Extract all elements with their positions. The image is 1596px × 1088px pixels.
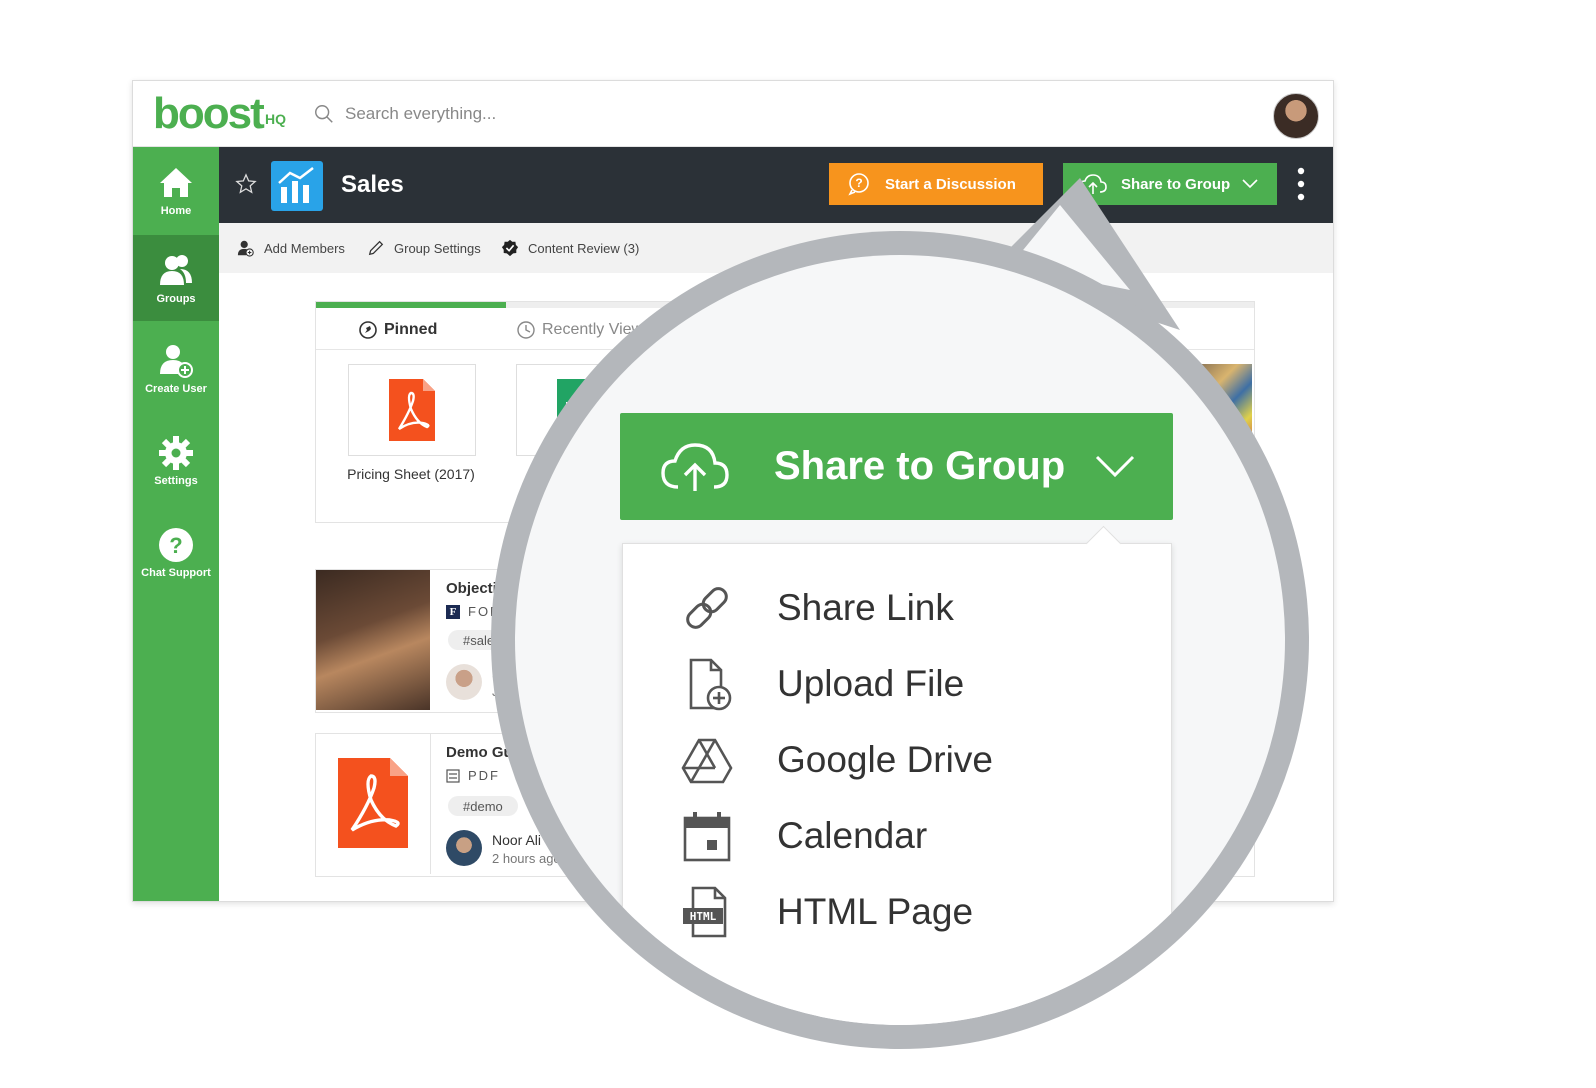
svg-text:?: ? — [169, 533, 182, 558]
sidebar-item-label: Groups — [156, 293, 196, 305]
add-members-icon — [237, 240, 254, 257]
add-members-label: Add Members — [264, 240, 345, 256]
feed-source-label: PDF — [468, 768, 500, 783]
feed-title[interactable]: Objection — [446, 580, 515, 597]
svg-text:?: ? — [855, 176, 862, 190]
menu-item-calendar[interactable]: Calendar — [679, 806, 927, 866]
feed-source: F FORBE — [446, 604, 523, 619]
menu-item-html-page[interactable]: HTML HTML Page — [679, 882, 973, 942]
feed-title[interactable]: Demo Guide — [446, 744, 534, 761]
start-discussion-label: Start a Discussion — [885, 175, 1016, 193]
groups-icon — [160, 255, 192, 285]
top-bar: boost HQ Search everything... — [133, 81, 1333, 147]
menu-item-share-link[interactable]: Share Link — [679, 578, 954, 638]
calendar-icon — [683, 812, 731, 862]
tab-pinned-label: Pinned — [384, 321, 438, 338]
discussion-icon: ? — [848, 173, 869, 196]
share-to-group-zoomed-button[interactable]: Share to Group — [620, 413, 1173, 520]
sidebar-item-create-user[interactable]: Create User — [133, 325, 219, 411]
user-avatar[interactable] — [1273, 93, 1319, 139]
pencil-icon — [368, 240, 384, 256]
author-avatar — [446, 830, 482, 866]
sidebar: Home Groups Create User Settings ? Chat … — [133, 147, 219, 901]
menu-item-label: Upload File — [777, 663, 965, 704]
pinned-item-caption[interactable]: Pricing Sheet (2017) — [316, 466, 506, 482]
verified-badge-icon — [501, 239, 519, 257]
feed-time: 2 hours ago — [492, 851, 561, 866]
pdf-small-icon — [446, 768, 460, 783]
tab-recently-viewed[interactable]: Recently Viewed — [516, 320, 661, 340]
sidebar-item-chat-support[interactable]: ? Chat Support — [133, 509, 219, 595]
tab-recently-viewed-label: Recently Viewed — [542, 321, 661, 338]
google-drive-icon — [681, 738, 733, 784]
home-icon — [160, 168, 192, 197]
menu-item-label: Google Drive — [777, 739, 993, 780]
start-discussion-button[interactable]: ? Start a Discussion — [829, 163, 1043, 205]
sidebar-item-label: Home — [160, 205, 192, 217]
content-review-link[interactable]: Content Review (3) — [501, 239, 639, 257]
gear-icon — [159, 436, 193, 470]
clock-icon — [517, 321, 535, 339]
pdf-file-icon — [389, 379, 435, 441]
sidebar-item-groups[interactable]: Groups — [133, 235, 219, 321]
menu-item-label: HTML Page — [777, 891, 974, 932]
more-options-icon[interactable] — [1295, 167, 1307, 201]
create-user-icon — [160, 345, 193, 378]
zoom-magnifier: Share to Group Share Link Upload File Go… — [515, 255, 1285, 1025]
share-to-group-button[interactable]: Share to Group — [1063, 163, 1277, 205]
group-chart-icon — [271, 161, 323, 211]
share-to-group-zoomed-label: Share to Group — [774, 444, 1066, 488]
group-actions-bar: Add Members Group Settings Content Revie… — [219, 223, 1333, 273]
logo[interactable]: boost — [153, 89, 265, 139]
link-icon — [686, 587, 728, 629]
pdf-file-icon — [338, 758, 408, 848]
author-avatar — [446, 664, 482, 700]
share-to-group-label: Share to Group — [1121, 175, 1231, 193]
feed-tag[interactable]: #demo — [448, 796, 518, 816]
help-icon: ? — [159, 528, 193, 562]
chevron-down-icon — [1242, 179, 1258, 189]
menu-item-label: Share Link — [777, 587, 954, 628]
chevron-down-icon — [1096, 455, 1135, 477]
menu-item-label: Calendar — [777, 815, 928, 856]
dropdown-caret — [1085, 525, 1122, 562]
feed-image — [316, 570, 430, 710]
add-members-link[interactable]: Add Members — [237, 239, 345, 257]
search-icon — [315, 105, 333, 123]
group-settings-label: Group Settings — [394, 240, 481, 256]
sidebar-item-home[interactable]: Home — [133, 147, 219, 233]
html-page-icon: HTML — [683, 886, 727, 938]
logo-suffix: HQ — [265, 111, 286, 127]
sidebar-item-label: Chat Support — [141, 567, 211, 579]
search-bar[interactable]: Search everything... — [313, 101, 496, 127]
feed-author: Sep — [492, 666, 517, 682]
feed-image — [316, 734, 431, 874]
cloud-upload-icon — [1079, 174, 1107, 194]
pin-icon — [359, 321, 377, 339]
cloud-upload-icon — [661, 442, 729, 491]
forbes-logo-icon: F — [446, 604, 460, 619]
svg-text:HTML: HTML — [690, 910, 717, 923]
group-header: Sales ? Start a Discussion Share to Grou… — [219, 147, 1333, 223]
feed-source-label: FORBE — [468, 604, 523, 619]
sidebar-item-settings[interactable]: Settings — [133, 417, 219, 503]
tab-pinned[interactable]: Pinned — [358, 320, 437, 340]
group-settings-link[interactable]: Group Settings — [367, 239, 481, 257]
share-dropdown-menu: Share Link Upload File Google Drive Cale… — [622, 525, 1172, 1025]
menu-item-upload-file[interactable]: Upload File — [679, 654, 964, 714]
star-icon[interactable] — [235, 173, 257, 195]
upload-file-icon — [689, 658, 732, 711]
feed-author: Noor Ali — [492, 832, 542, 848]
content-review-label: Content Review (3) — [528, 240, 640, 256]
tab-indicator — [316, 302, 506, 308]
sidebar-item-label: Settings — [154, 475, 198, 487]
search-input[interactable]: Search everything... — [345, 104, 496, 124]
sidebar-item-label: Create User — [145, 383, 207, 395]
menu-item-google-drive[interactable]: Google Drive — [679, 730, 993, 790]
pinned-item-thumbnail[interactable] — [348, 364, 476, 456]
feed-source: PDF — [446, 768, 500, 783]
group-title: Sales — [341, 171, 404, 198]
feed-time: Just — [492, 684, 516, 699]
